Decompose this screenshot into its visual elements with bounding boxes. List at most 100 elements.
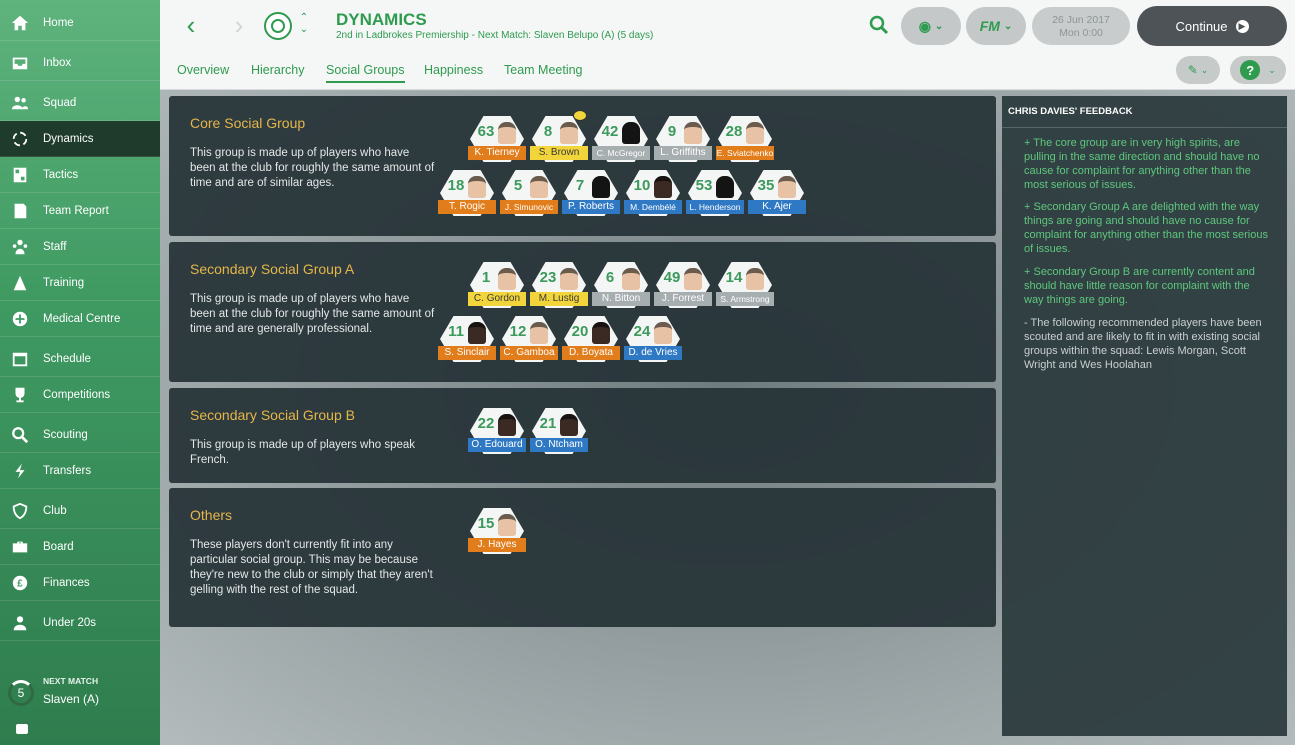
help-menu-button[interactable]: ? ⌄ [1230,56,1286,84]
player-face [684,268,702,290]
player-name: L. Henderson [686,200,744,214]
player-card[interactable]: 23 M. Lustig [530,262,588,314]
player-card[interactable]: 9 L. Griffiths [654,116,712,168]
player-card[interactable]: 24 D. de Vries [624,316,682,368]
player-number: 6 [605,269,615,286]
player-number: 28 [725,123,743,140]
feedback-title: CHRIS DAVIES' FEEDBACK [1008,106,1133,117]
player-card[interactable]: 5 J. Simunovic [500,170,558,222]
calendar-icon [10,349,30,369]
sidebar-item-training[interactable]: Training [0,265,160,301]
player-number: 12 [509,323,527,340]
player-card[interactable]: 15 J. Hayes [468,508,526,560]
continue-label: Continue [1175,18,1228,34]
group-panel-secondary-b: Secondary Social Group B This group is m… [169,388,996,483]
player-card[interactable]: 18 T. Rogic [438,170,496,222]
inbox-icon [10,53,30,73]
player-face [498,414,516,436]
continue-button[interactable]: Continue ▶ [1137,6,1287,46]
sidebar-item-label: Medical Centre [43,312,121,325]
player-number: 10 [633,177,651,194]
tab-hierarchy[interactable]: Hierarchy [251,63,305,77]
player-face [498,122,516,144]
sidebar-item-medical-centre[interactable]: Medical Centre [0,301,160,337]
player-card[interactable]: 12 C. Gamboa [500,316,558,368]
player-card[interactable]: 28 E. Sviatchenko [716,116,774,168]
player-name: S. Armstrong [716,292,774,306]
player-card[interactable]: 21 O. Ntcham [530,408,588,460]
sidebar-item-scouting[interactable]: Scouting [0,417,160,453]
next-match[interactable]: 5 NEXT MATCH Slaven (A) [0,670,160,720]
player-face [592,176,610,198]
sidebar-item-inbox[interactable]: Inbox [0,45,160,81]
sidebar-item-club[interactable]: Club [0,493,160,529]
player-name: P. Roberts [562,200,620,214]
sidebar-item-finances[interactable]: £ Finances [0,565,160,601]
feedback-item: + Secondary Group A are delighted with t… [1024,201,1268,255]
player-card[interactable]: 6 N. Bitton [592,262,650,314]
tab-social-groups[interactable]: Social Groups [326,63,405,83]
player-card[interactable]: 49 J. Forrest [654,262,712,314]
player-card[interactable]: 20 D. Boyata [562,316,620,368]
feedback-item: - The following recommended players have… [1024,317,1262,371]
player-face [530,322,548,344]
forward-arrow-icon[interactable]: › [228,12,250,38]
player-name: E. Sviatchenko [716,146,774,160]
squad-icon [10,93,30,113]
date-display[interactable]: 26 Jun 2017 Mon 0:00 [1032,7,1130,45]
sidebar-item-staff[interactable]: Staff [0,229,160,265]
help-icon: ? [1240,60,1261,80]
fm-label: FM [979,18,1000,34]
player-name: O. Ntcham [530,438,588,452]
player-face [654,322,672,344]
sidebar-item-schedule[interactable]: Schedule [0,341,160,377]
player-card[interactable]: 42 C. McGregor [592,116,650,168]
group-title: Core Social Group [190,115,306,131]
chevron-down-icon: ⌄ [1200,64,1209,75]
back-arrow-icon[interactable]: ‹ [180,12,202,38]
group-title: Secondary Social Group B [190,407,355,423]
club-badge-icon[interactable] [264,12,292,40]
sidebar-item-tactics[interactable]: Tactics [0,157,160,193]
tab-team-meeting[interactable]: Team Meeting [504,63,583,77]
player-face [716,176,734,198]
up-down-arrows-icon[interactable]: ⌃ ⌄ [298,12,310,36]
tab-happiness[interactable]: Happiness [424,63,483,77]
player-card[interactable]: 10 M. Dembélé [624,170,682,222]
player-face [560,268,578,290]
sidebar-item-home[interactable]: Home [0,5,160,41]
sidebar-item-label: Inbox [43,56,72,69]
player-card[interactable]: 1 C. Gordon [468,262,526,314]
tab-overview[interactable]: Overview [177,63,229,77]
edit-menu-button[interactable]: ✎ ⌄ [1176,56,1220,84]
player-card[interactable]: 53 L. Henderson [686,170,744,222]
player-card[interactable]: 7 P. Roberts [562,170,620,222]
sidebar-item-competitions[interactable]: Competitions [0,377,160,413]
training-icon [10,273,30,293]
player-card[interactable]: 8 S. Brown [530,110,588,168]
sidebar-item-squad[interactable]: Squad [0,85,160,121]
player-face [778,176,796,198]
sidebar-item-transfers[interactable]: Transfers [0,453,160,489]
sidebar-item-board[interactable]: Board [0,529,160,565]
group-title: Secondary Social Group A [190,261,355,277]
shield-icon [10,501,30,521]
page-subtitle: 2nd in Ladbrokes Premiership - Next Matc… [336,30,654,41]
search-icon[interactable] [868,14,890,36]
sidebar-item-under-20s[interactable]: Under 20s [0,605,160,641]
sidebar-item-label: Training [43,276,85,289]
world-menu-button[interactable]: ◉ ⌄ [901,7,961,45]
fm-menu-button[interactable]: FM ⌄ [966,7,1026,45]
player-name: S. Sinclair [438,346,496,360]
player-card[interactable]: 14 S. Armstrong [716,262,774,314]
player-card[interactable]: 11 S. Sinclair [438,316,496,368]
group-panel-others: Others These players don't currently fit… [169,488,996,627]
player-card[interactable]: 22 O. Edouard [468,408,526,460]
sidebar-item-team-report[interactable]: Team Report [0,193,160,229]
player-number: 15 [477,515,495,532]
player-card[interactable]: 63 K. Tierney [468,116,526,168]
player-name: C. Gordon [468,292,526,306]
player-number: 14 [725,269,743,286]
sidebar-item-dynamics[interactable]: Dynamics [0,121,160,157]
player-card[interactable]: 35 K. Ajer [748,170,806,222]
